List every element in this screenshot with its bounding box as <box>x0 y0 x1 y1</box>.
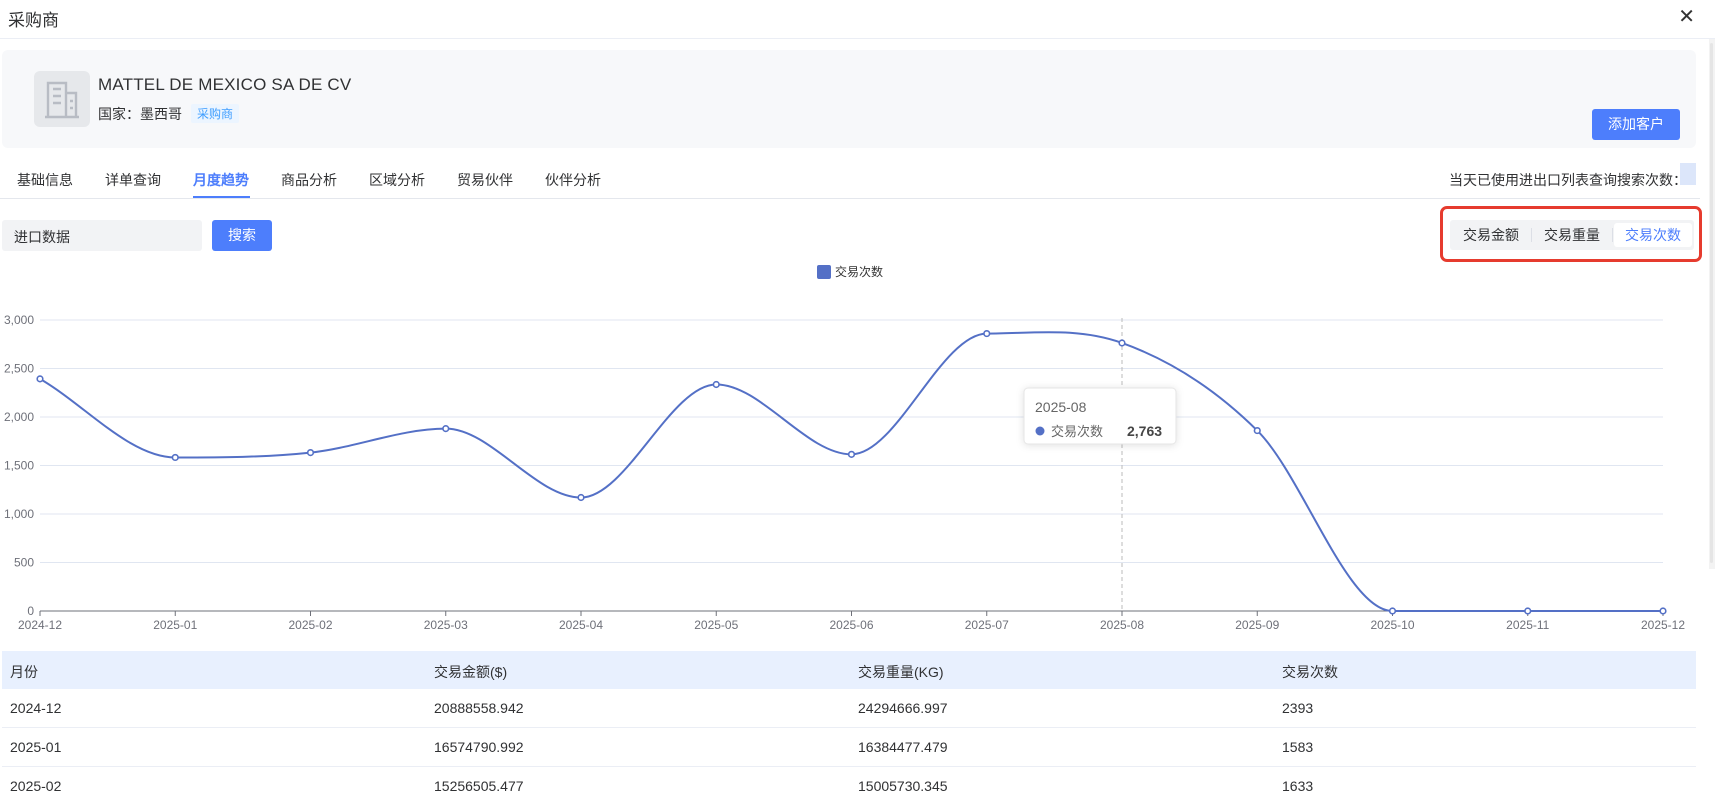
table-cell: 2025-01 <box>10 739 62 755</box>
dialog-title: 采购商 <box>8 11 59 30</box>
data-point[interactable] <box>1659 607 1667 615</box>
y-tick-label: 2,500 <box>4 362 34 376</box>
x-tick-label: 2025-10 <box>1370 618 1414 632</box>
x-tick-label: 2025-11 <box>1506 618 1549 632</box>
y-tick-label: 0 <box>27 604 34 618</box>
y-axis-ticks: 0 500 1,000 1,500 2,000 2,500 3,000 <box>4 313 34 618</box>
tooltip-title: 2025-08 <box>1035 399 1087 415</box>
table-cell: 15005730.345 <box>858 778 948 794</box>
table-cell: 2393 <box>1282 700 1314 716</box>
table-cell: 24294666.997 <box>858 700 948 716</box>
building-icon <box>45 81 79 119</box>
metric-option-count[interactable]: 交易次数 <box>1614 223 1692 247</box>
x-tick-label: 2024-12 <box>18 618 62 632</box>
table-cell: 15256505.477 <box>434 778 524 794</box>
data-point[interactable] <box>712 380 720 389</box>
x-tick-label: 2025-03 <box>424 618 468 632</box>
table-row[interactable]: 2025-01 16574790.992 16384477.479 1583 <box>2 728 1696 767</box>
y-tick-label: 2,000 <box>4 410 34 424</box>
table-cell: 1583 <box>1282 739 1314 755</box>
metric-toggle: 交易金额 交易重量 交易次数 <box>1450 220 1694 250</box>
metric-option-weight[interactable]: 交易重量 <box>1533 223 1611 247</box>
data-point[interactable] <box>577 493 585 502</box>
tab-region-analysis[interactable]: 区域分析 <box>369 170 425 190</box>
tab-basic-info[interactable]: 基础信息 <box>17 170 73 190</box>
legend-swatch <box>817 265 831 279</box>
table-cell: 1633 <box>1282 778 1314 794</box>
series-line <box>39 331 1663 612</box>
buyer-tag: 采购商 <box>191 104 240 123</box>
dialog-header: 采购商 ✕ <box>0 0 1715 39</box>
data-point[interactable] <box>442 425 450 433</box>
y-tick-label: 1,000 <box>4 507 34 521</box>
divider <box>1531 228 1532 242</box>
monthly-trend-chart[interactable]: 05001,0001,5002,0002,5003,000 2024-12 202… <box>0 258 1715 642</box>
x-tick-label: 2025-02 <box>288 618 332 632</box>
tooltip-value: 2,763 <box>1127 423 1162 439</box>
x-tick-label: 2025-08 <box>1100 618 1144 632</box>
table-cell: 2024-12 <box>10 700 62 716</box>
active-tab-indicator <box>193 196 250 198</box>
legend-label: 交易次数 <box>835 264 883 279</box>
x-tick-label: 2025-07 <box>965 618 1009 632</box>
monthly-data-table: 月份 交易金额($) 交易重量(KG) 交易次数 2024-12 2088855… <box>2 651 1696 802</box>
chart-grid <box>40 319 1663 563</box>
x-tick-label: 2025-04 <box>559 618 603 632</box>
data-point[interactable] <box>306 448 315 457</box>
divider <box>1612 228 1613 242</box>
company-country: 国家：墨西哥 <box>98 106 182 122</box>
data-point[interactable] <box>171 453 179 462</box>
tooltip-marker <box>1035 426 1045 436</box>
tab-monthly-trend[interactable]: 月度趋势 <box>193 170 249 190</box>
table-row[interactable]: 2024-12 20888558.942 24294666.997 2393 <box>2 689 1696 728</box>
table-cell: 16574790.992 <box>434 739 524 755</box>
search-quota-value <box>1680 163 1696 185</box>
data-point[interactable] <box>1118 339 1126 347</box>
tab-partner-analysis[interactable]: 伙伴分析 <box>545 170 601 190</box>
y-tick-label: 500 <box>14 556 34 570</box>
metric-option-amount[interactable]: 交易金额 <box>1452 223 1530 247</box>
y-tick-label: 3,000 <box>4 313 34 327</box>
x-tick-label: 2025-09 <box>1235 618 1279 632</box>
table-cell: 20888558.942 <box>434 700 524 716</box>
table-row[interactable]: 2025-02 15256505.477 15005730.345 1633 <box>2 767 1696 802</box>
data-point[interactable] <box>847 450 856 458</box>
tab-bar: 基础信息 详单查询 月度趋势 商品分析 区域分析 贸易伙伴 伙伴分析 <box>0 158 1700 199</box>
search-quota-label: 当天已使用进出口列表查询搜索次数： <box>1449 172 1687 188</box>
data-point[interactable] <box>983 329 991 338</box>
header-cell: 月份 <box>10 664 38 680</box>
close-icon[interactable]: ✕ <box>1678 4 1695 29</box>
x-tick-label: 2025-12 <box>1641 618 1685 632</box>
search-button[interactable]: 搜索 <box>212 220 272 251</box>
company-name: MATTEL DE MEXICO SA DE CV <box>98 75 352 94</box>
header-cell: 交易金额($) <box>434 664 508 680</box>
tab-product-analysis[interactable]: 商品分析 <box>281 170 337 190</box>
table-header: 月份 交易金额($) 交易重量(KG) 交易次数 <box>2 651 1696 689</box>
data-point[interactable] <box>1524 607 1532 615</box>
data-point[interactable] <box>1253 426 1261 435</box>
header-cell: 交易次数 <box>1282 664 1338 680</box>
series-points <box>36 329 1667 615</box>
data-type-select[interactable]: 进口数据 ⌵ <box>2 220 202 251</box>
chart-tooltip: 2025-08 交易次数 2,763 <box>1023 387 1177 445</box>
table-cell: 2025-02 <box>10 778 62 794</box>
data-point[interactable] <box>1388 607 1397 615</box>
company-avatar <box>34 71 90 127</box>
tab-detail-query[interactable]: 详单查询 <box>105 170 161 190</box>
chevron-down-icon: ⌵ <box>14 226 24 240</box>
tooltip-series-name: 交易次数 <box>1051 424 1103 439</box>
x-tick-label: 2025-06 <box>829 618 873 632</box>
header-cell: 交易重量(KG) <box>858 664 944 680</box>
x-tick-label: 2025-01 <box>153 618 197 632</box>
legend[interactable]: 交易次数 <box>817 264 883 279</box>
tab-trade-partners[interactable]: 贸易伙伴 <box>457 170 513 190</box>
company-card: MATTEL DE MEXICO SA DE CV 国家：墨西哥 采购商 添加客… <box>2 50 1696 148</box>
x-tick-label: 2025-05 <box>694 618 738 632</box>
add-customer-button[interactable]: 添加客户 <box>1592 109 1680 140</box>
x-axis-ticks: 2024-12 2025-01 2025-02 2025-03 2025-04 2025-… <box>18 611 1685 632</box>
y-tick-label: 1,500 <box>4 459 34 473</box>
table-cell: 16384477.479 <box>858 739 948 755</box>
data-point[interactable] <box>36 375 44 383</box>
